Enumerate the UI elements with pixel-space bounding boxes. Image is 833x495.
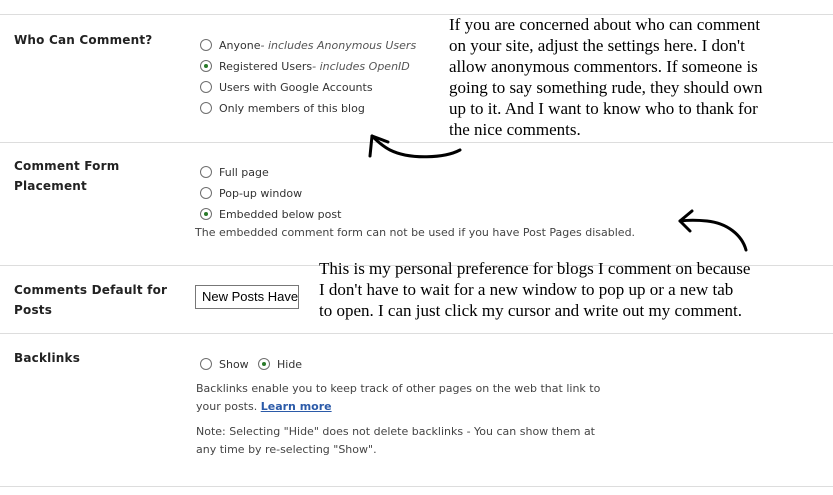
radio-anyone-label: Anyone	[219, 38, 261, 52]
radio-anyone-hint: - includes Anonymous Users	[260, 38, 417, 52]
radio-members-only-label: Only members of this blog	[219, 101, 365, 115]
radio-full-page-control[interactable]	[200, 166, 212, 178]
annotation-middle-line: to open. I can just click my cursor and …	[319, 301, 743, 320]
radio-backlinks-hide[interactable]: Hide	[258, 356, 302, 372]
annotation-top-line: going to say something rude, they should…	[449, 78, 763, 97]
radio-registered-users-control[interactable]	[200, 60, 212, 72]
learn-more-link[interactable]: Learn more	[261, 400, 332, 413]
form-placement-label-line1: Comment Form	[14, 159, 120, 173]
radio-registered-users-hint: - includes OpenID	[312, 59, 410, 73]
form-placement-label-line2: Placement	[14, 179, 87, 193]
radio-embedded-below-post-control[interactable]	[200, 208, 212, 220]
comments-default-select[interactable]: New Posts Have Comments	[195, 285, 299, 309]
backlinks-help-line1: Backlinks enable you to keep track of ot…	[196, 382, 601, 395]
radio-embedded-below-post[interactable]: Embedded below post	[200, 206, 341, 222]
radio-anyone-control[interactable]	[200, 39, 212, 51]
radio-members-only-control[interactable]	[200, 102, 212, 114]
comments-default-label-line1: Comments Default for	[14, 283, 168, 297]
radio-full-page-label: Full page	[219, 165, 269, 179]
radio-registered-users[interactable]: Registered Users - includes OpenID	[200, 58, 410, 74]
annotation-top-line: allow anonymous commentors. If someone i…	[449, 57, 758, 76]
annotation-middle: This is my personal preference for blogs…	[319, 258, 750, 321]
arrow-to-who-can-comment-icon	[368, 134, 462, 159]
radio-google-accounts-control[interactable]	[200, 81, 212, 93]
annotation-top: If you are concerned about who can comme…	[449, 14, 763, 140]
backlinks-note-line2: any time by re-selecting "Show".	[196, 443, 377, 456]
radio-popup-window-label: Pop-up window	[219, 186, 303, 200]
annotation-middle-line: I don't have to wait for a new window to…	[319, 280, 734, 299]
annotation-middle-line: This is my personal preference for blogs…	[319, 259, 751, 278]
radio-google-accounts-label: Users with Google Accounts	[219, 80, 373, 94]
annotation-top-line: the nice comments.	[449, 120, 581, 139]
radio-backlinks-show-label: Show	[219, 357, 249, 371]
backlinks-help-line2-text: your posts.	[196, 400, 261, 413]
radio-members-only[interactable]: Only members of this blog	[200, 100, 365, 116]
divider-comments-default	[0, 333, 833, 334]
form-placement-help: The embedded comment form can not be use…	[195, 226, 636, 239]
arrow-to-embedded-option-icon	[678, 209, 748, 252]
radio-backlinks-show-control[interactable]	[200, 358, 212, 370]
radio-backlinks-hide-control[interactable]	[258, 358, 270, 370]
annotation-top-line: on your site, adjust the settings here. …	[449, 36, 745, 55]
radio-google-accounts[interactable]: Users with Google Accounts	[200, 79, 373, 95]
backlinks-label: Backlinks	[14, 351, 81, 365]
radio-registered-users-label: Registered Users	[219, 59, 313, 73]
backlinks-note-line1: Note: Selecting "Hide" does not delete b…	[196, 425, 595, 438]
radio-full-page[interactable]: Full page	[200, 164, 269, 180]
comments-default-label-line2: Posts	[14, 303, 53, 317]
radio-backlinks-show[interactable]: Show	[200, 356, 249, 372]
annotation-top-line: If you are concerned about who can comme…	[449, 15, 761, 34]
radio-backlinks-hide-label: Hide	[277, 357, 303, 371]
radio-popup-window[interactable]: Pop-up window	[200, 185, 302, 201]
radio-embedded-below-post-label: Embedded below post	[219, 207, 342, 221]
annotation-top-line: up to it. And I want to know who to than…	[449, 99, 758, 118]
backlinks-help-line2: your posts. Learn more	[196, 397, 332, 417]
who-can-comment-label: Who Can Comment?	[14, 33, 153, 47]
divider-backlinks	[0, 486, 833, 487]
radio-anyone[interactable]: Anyone - includes Anonymous Users	[200, 37, 416, 53]
radio-popup-window-control[interactable]	[200, 187, 212, 199]
